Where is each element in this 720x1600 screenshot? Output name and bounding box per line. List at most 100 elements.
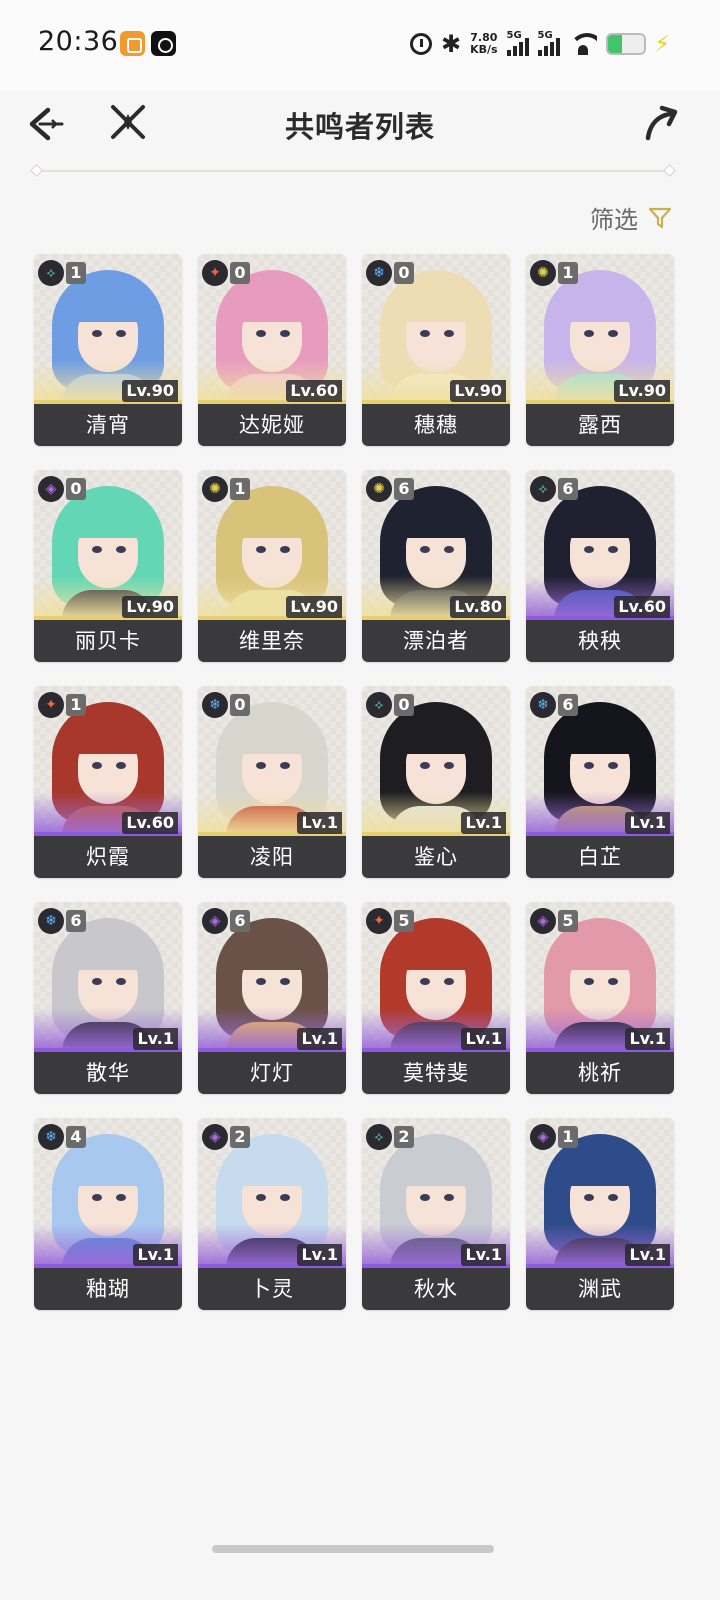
- aero-icon: ⟡: [366, 1124, 392, 1150]
- resonator-name: 卜灵: [198, 1268, 346, 1310]
- resonator-card[interactable]: ⟡ 2 Lv.1 秋水: [362, 1118, 510, 1310]
- resonator-card[interactable]: ✦ 0 Lv.60 达妮娅: [198, 254, 346, 446]
- level-label: Lv.1: [461, 1028, 506, 1050]
- status-icons: ✱ 7.80 KB/s 5G 5G ⚡: [409, 28, 670, 60]
- resonator-card[interactable]: ❄ 4 Lv.1 釉瑚: [34, 1118, 182, 1310]
- spectro-icon: ✺: [202, 476, 228, 502]
- sequence-badge: 0: [66, 478, 86, 500]
- level-label: Lv.90: [450, 380, 506, 402]
- bluetooth-icon: ✱: [440, 30, 462, 58]
- filter-label: 筛选: [590, 206, 638, 234]
- resonator-name: 漂泊者: [362, 620, 510, 662]
- sequence-badge: 2: [230, 1126, 250, 1148]
- share-button[interactable]: [642, 104, 680, 142]
- level-label: Lv.1: [297, 1028, 342, 1050]
- resonator-name: 散华: [34, 1052, 182, 1094]
- resonator-name: 达妮娅: [198, 404, 346, 446]
- fusion-icon: ✦: [38, 692, 64, 718]
- level-label: Lv.90: [122, 380, 178, 402]
- header-divider: [36, 170, 670, 172]
- resonator-card[interactable]: ✺ 1 Lv.90 维里奈: [198, 470, 346, 662]
- level-label: Lv.1: [625, 812, 670, 834]
- aero-icon: ⟡: [530, 476, 556, 502]
- havoc-icon: ◈: [202, 908, 228, 934]
- sequence-badge: 0: [230, 694, 250, 716]
- resonator-card[interactable]: ✦ 5 Lv.1 莫特斐: [362, 902, 510, 1094]
- resonator-card[interactable]: ◈ 0 Lv.90 丽贝卡: [34, 470, 182, 662]
- level-label: Lv.60: [614, 596, 670, 618]
- glacio-icon: ❄: [38, 908, 64, 934]
- sequence-badge: 6: [230, 910, 250, 932]
- level-label: Lv.90: [122, 596, 178, 618]
- resonator-grid: ⟡ 1 Lv.90 清宵 ✦ 0 Lv.60 达妮娅 ❄ 0 Lv.90 穗穗 …: [34, 254, 674, 1310]
- glacio-icon: ❄: [366, 260, 392, 286]
- sequence-badge: 5: [394, 910, 414, 932]
- havoc-icon: ◈: [202, 1124, 228, 1150]
- glacio-icon: ❄: [38, 1124, 64, 1150]
- clock: 20:36: [38, 26, 119, 57]
- sequence-badge: 6: [394, 478, 414, 500]
- spectro-icon: ✺: [366, 476, 392, 502]
- resonator-card[interactable]: ◈ 6 Lv.1 灯灯: [198, 902, 346, 1094]
- resonator-name: 秋水: [362, 1268, 510, 1310]
- battery-icon: [605, 33, 646, 55]
- level-label: Lv.80: [450, 596, 506, 618]
- resonator-name: 凌阳: [198, 836, 346, 878]
- resonator-name: 露西: [526, 404, 674, 446]
- resonator-name: 清宵: [34, 404, 182, 446]
- page-title: 共鸣者列表: [284, 110, 435, 144]
- signal-label: 5G: [506, 30, 522, 41]
- battery-fill: [607, 35, 622, 53]
- filter-icon: [648, 207, 672, 228]
- filter-button[interactable]: 筛选: [590, 200, 672, 235]
- sequence-badge: 6: [66, 910, 86, 932]
- resonator-card[interactable]: ✺ 1 Lv.90 露西: [526, 254, 674, 446]
- resonator-card[interactable]: ⟡ 0 Lv.1 鉴心: [362, 686, 510, 878]
- resonator-name: 鉴心: [362, 836, 510, 878]
- status-bar: 20:36 ✱ 7.80 KB/s 5G 5G ⚡: [0, 0, 720, 90]
- resonator-name: 穗穗: [362, 404, 510, 446]
- glacio-icon: ❄: [202, 692, 228, 718]
- resonator-card[interactable]: ✦ 1 Lv.60 炽霞: [34, 686, 182, 878]
- aero-icon: ⟡: [366, 692, 392, 718]
- aero-icon: ⟡: [38, 260, 64, 286]
- home-indicator[interactable]: [212, 1545, 494, 1553]
- resonator-card[interactable]: ❄ 0 Lv.1 凌阳: [198, 686, 346, 878]
- glacio-icon: ❄: [530, 692, 556, 718]
- resonator-card[interactable]: ◈ 5 Lv.1 桃祈: [526, 902, 674, 1094]
- sequence-badge: 1: [66, 262, 86, 284]
- sequence-badge: 4: [66, 1126, 86, 1148]
- sequence-badge: 6: [558, 694, 578, 716]
- alarm-icon: [409, 33, 432, 55]
- sequence-badge: 5: [558, 910, 578, 932]
- sequence-badge: 1: [66, 694, 86, 716]
- resonator-name: 丽贝卡: [34, 620, 182, 662]
- resonator-name: 秧秧: [526, 620, 674, 662]
- sequence-badge: 2: [394, 1126, 414, 1148]
- sequence-badge: 1: [558, 1126, 578, 1148]
- orange-app-icon: [120, 31, 145, 56]
- resonator-card[interactable]: ⟡ 1 Lv.90 清宵: [34, 254, 182, 446]
- resonator-card[interactable]: ◈ 2 Lv.1 卜灵: [198, 1118, 346, 1310]
- signal-label: 5G: [537, 30, 553, 41]
- fusion-icon: ✦: [366, 908, 392, 934]
- resonator-card[interactable]: ✺ 6 Lv.80 漂泊者: [362, 470, 510, 662]
- wifi-icon: [568, 33, 597, 55]
- havoc-icon: ◈: [38, 476, 64, 502]
- level-label: Lv.1: [133, 1244, 178, 1266]
- level-label: Lv.1: [461, 812, 506, 834]
- resonator-card[interactable]: ❄ 0 Lv.90 穗穗: [362, 254, 510, 446]
- resonator-card[interactable]: ❄ 6 Lv.1 散华: [34, 902, 182, 1094]
- level-label: Lv.60: [122, 812, 178, 834]
- sequence-badge: 0: [394, 694, 414, 716]
- resonator-name: 渊武: [526, 1268, 674, 1310]
- level-label: Lv.1: [297, 1244, 342, 1266]
- resonator-card[interactable]: ⟡ 6 Lv.60 秧秧: [526, 470, 674, 662]
- resonator-card[interactable]: ❄ 6 Lv.1 白芷: [526, 686, 674, 878]
- resonator-name: 炽霞: [34, 836, 182, 878]
- resonator-name: 白芷: [526, 836, 674, 878]
- havoc-icon: ◈: [530, 908, 556, 934]
- resonator-card[interactable]: ◈ 1 Lv.1 渊武: [526, 1118, 674, 1310]
- net-speed-unit: KB/s: [470, 43, 498, 56]
- sequence-badge: 0: [230, 262, 250, 284]
